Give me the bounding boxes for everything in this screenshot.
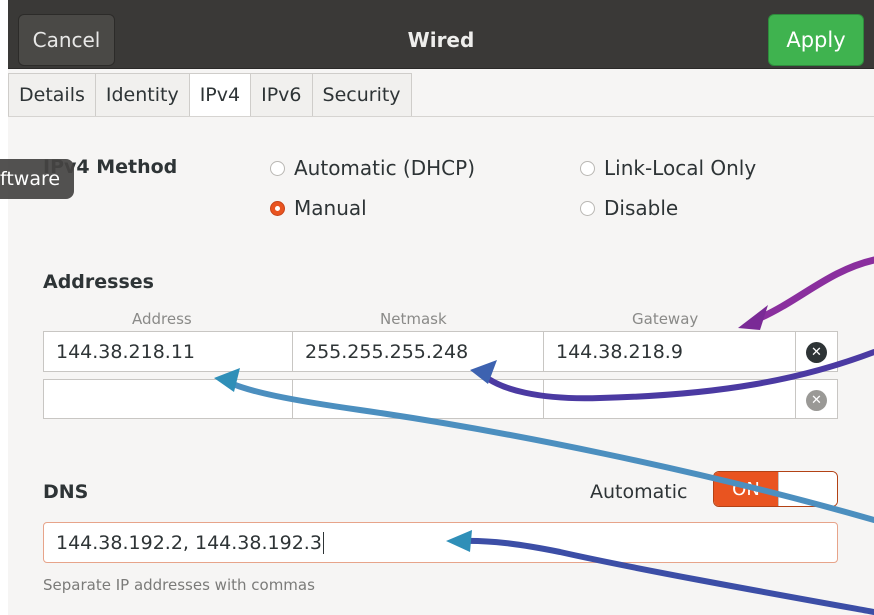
dns-label: DNS	[43, 481, 89, 503]
column-header-gateway: Gateway	[632, 310, 699, 328]
gateway-field[interactable]	[544, 380, 796, 418]
software-tooltip: ftware	[0, 159, 75, 199]
tab-ipv4[interactable]: IPv4	[188, 73, 252, 116]
netmask-field[interactable]	[293, 380, 544, 418]
dns-automatic-switch[interactable]: ON	[713, 471, 838, 507]
address-field[interactable]	[44, 380, 293, 418]
radio-label: Disable	[604, 196, 679, 220]
tab-bar: Details Identity IPv4 IPv6 Security	[8, 73, 412, 117]
switch-knob	[778, 472, 837, 506]
radio-circle-icon	[580, 200, 595, 216]
dns-hint: Separate IP addresses with commas	[43, 576, 315, 594]
radio-disable[interactable]: Disable	[580, 196, 678, 220]
radio-manual[interactable]: Manual	[270, 196, 367, 220]
netmask-field[interactable]: 255.255.255.248	[293, 332, 544, 371]
apply-button[interactable]: Apply	[768, 14, 864, 66]
text-caret	[322, 531, 324, 554]
delete-row-icon[interactable]: ✕	[806, 390, 827, 411]
tab-ipv6[interactable]: IPv6	[250, 73, 313, 116]
dns-input-value: 144.38.192.2, 144.38.192.3	[56, 531, 322, 554]
radio-label: Link-Local Only	[604, 156, 757, 180]
column-header-address: Address	[132, 310, 192, 328]
addresses-label: Addresses	[43, 271, 154, 293]
dns-automatic-label: Automatic	[590, 481, 688, 503]
address-field[interactable]: 144.38.218.11	[44, 332, 293, 371]
tab-security[interactable]: Security	[311, 73, 412, 116]
radio-selected-icon	[270, 200, 285, 216]
tab-details[interactable]: Details	[8, 73, 96, 116]
header-bar: Cancel Wired Apply	[8, 0, 874, 69]
address-row: 144.38.218.11 255.255.255.248 144.38.218…	[43, 331, 838, 372]
radio-link-local-only[interactable]: Link-Local Only	[580, 156, 756, 180]
arrow-to-gateway	[756, 256, 874, 322]
column-header-netmask: Netmask	[380, 310, 447, 328]
radio-label: Manual	[294, 196, 367, 220]
radio-label: Automatic (DHCP)	[294, 156, 475, 180]
radio-circle-icon	[270, 160, 285, 176]
delete-row-icon[interactable]: ✕	[806, 342, 827, 363]
tab-identity[interactable]: Identity	[94, 73, 190, 116]
cancel-button[interactable]: Cancel	[18, 14, 115, 66]
dialog-title: Wired	[407, 28, 475, 52]
gateway-field[interactable]: 144.38.218.9	[544, 332, 796, 371]
window-edge	[0, 0, 8, 615]
radio-automatic-dhcp[interactable]: Automatic (DHCP)	[270, 156, 475, 180]
radio-circle-icon	[580, 160, 595, 176]
addresses-table: 144.38.218.11 255.255.255.248 144.38.218…	[43, 331, 838, 419]
dns-input[interactable]: 144.38.192.2, 144.38.192.3	[43, 522, 838, 563]
switch-on-label: ON	[714, 472, 778, 506]
arrowhead-gateway	[738, 305, 768, 330]
address-row-empty: ✕	[43, 379, 838, 419]
